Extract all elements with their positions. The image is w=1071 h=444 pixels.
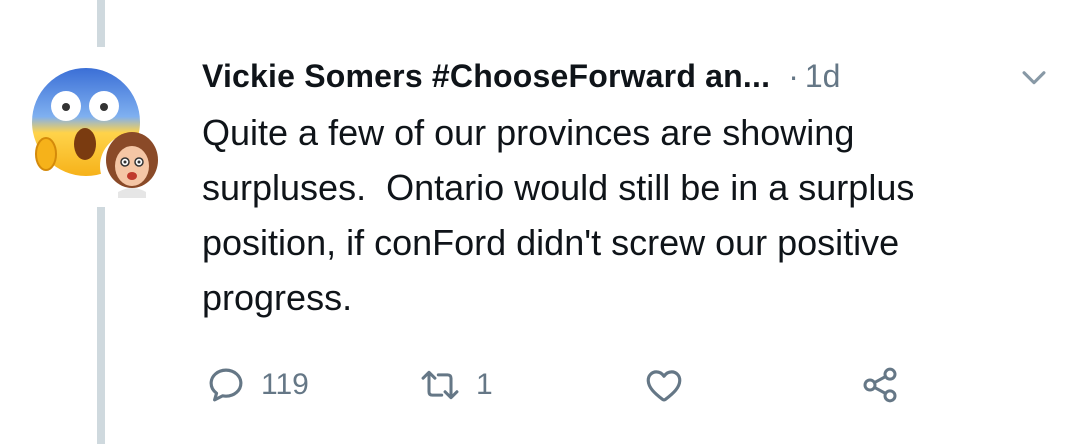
- retweet-button[interactable]: 1: [418, 360, 493, 410]
- share-icon: [863, 367, 897, 403]
- thread-line-bottom: [97, 207, 105, 444]
- thread-line-top: [97, 0, 105, 47]
- retweet-icon: [421, 370, 459, 400]
- reply-button[interactable]: 119: [205, 360, 309, 410]
- shocked-emoji-icon: [32, 68, 164, 198]
- reply-icon: [209, 368, 243, 402]
- like-button[interactable]: [642, 360, 686, 410]
- tweet-header: Vickie Somers #ChooseForward an... · 1d: [202, 52, 1052, 100]
- heart-icon: [646, 370, 682, 402]
- author-avatar[interactable]: [28, 62, 168, 202]
- chevron-down-icon[interactable]: [1017, 60, 1051, 94]
- separator-dot: ·: [788, 57, 799, 94]
- tweet-actions: 119 1: [205, 360, 905, 410]
- author-name[interactable]: Vickie Somers #ChooseForward an...: [202, 58, 770, 95]
- share-button[interactable]: [860, 360, 900, 410]
- tweet-text: Quite a few of our provinces are showing…: [202, 112, 915, 318]
- reply-count: 119: [261, 368, 309, 401]
- tweet-timestamp[interactable]: 1d: [805, 58, 841, 95]
- retweet-count: 1: [476, 368, 493, 401]
